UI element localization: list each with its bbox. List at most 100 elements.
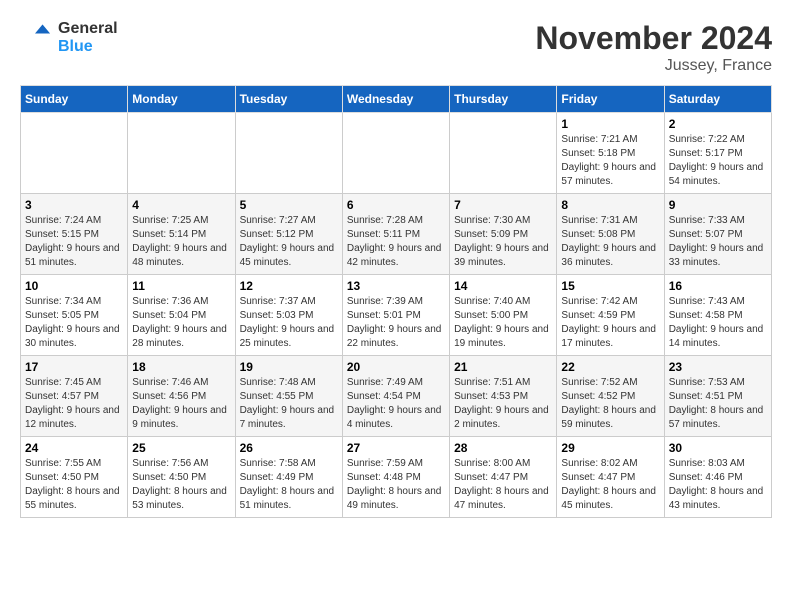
day-info: Sunrise: 7:34 AM Sunset: 5:05 PM Dayligh… [25,295,123,351]
day-number: 7 [454,198,552,212]
header-tuesday: Tuesday [235,86,342,113]
day-info: Sunrise: 7:27 AM Sunset: 5:12 PM Dayligh… [240,214,338,270]
day-number: 28 [454,441,552,455]
table-row: 20 Sunrise: 7:49 AM Sunset: 4:54 PM Dayli… [342,356,449,437]
day-info: Sunrise: 7:33 AM Sunset: 5:07 PM Dayligh… [669,214,767,270]
day-info: Sunrise: 7:30 AM Sunset: 5:09 PM Dayligh… [454,214,552,270]
calendar-row: 3 Sunrise: 7:24 AM Sunset: 5:15 PM Daylig… [21,194,772,275]
table-row: 12Sunrise: 7:37 AM Sunset: 5:03 PM Dayli… [235,275,342,356]
table-row [342,113,449,194]
day-number: 14 [454,279,552,293]
header-wednesday: Wednesday [342,86,449,113]
month-title: November 2024 [535,20,772,57]
day-info: Sunrise: 8:00 AM Sunset: 4:47 PM Dayligh… [454,457,552,513]
location-subtitle: Jussey, France [535,57,772,75]
day-info: Sunrise: 8:02 AM Sunset: 4:47 PM Dayligh… [561,457,659,513]
table-row: 6Sunrise: 7:28 AM Sunset: 5:11 PM Daylig… [342,194,449,275]
table-row: 25 Sunrise: 7:56 AM Sunset: 4:50 PM Dayli… [128,437,235,518]
day-number: 4 [132,198,230,212]
day-info: Sunrise: 7:24 AM Sunset: 5:15 PM Dayligh… [25,214,123,270]
day-number: 13 [347,279,445,293]
logo-general: General [58,20,118,38]
day-info: Sunrise: 7:42 AM Sunset: 4:59 PM Dayligh… [561,295,659,351]
day-number: 8 [561,198,659,212]
table-row: 22 Sunrise: 7:52 AM Sunset: 4:52 PM Dayli… [557,356,664,437]
calendar-row: 17Sunrise: 7:45 AM Sunset: 4:57 PM Dayli… [21,356,772,437]
table-row: 24 Sunrise: 7:55 AM Sunset: 4:50 PM Dayli… [21,437,128,518]
day-number: 27 [347,441,445,455]
table-row [450,113,557,194]
logo: General Blue [20,20,118,55]
day-number: 24 [25,441,123,455]
day-number: 16 [669,279,767,293]
table-row: 19 Sunrise: 7:48 AM Sunset: 4:55 PM Dayli… [235,356,342,437]
calendar-table: Sunday Monday Tuesday Wednesday Thursday… [20,85,772,518]
table-row: 26Sunrise: 7:58 AM Sunset: 4:49 PM Dayli… [235,437,342,518]
day-number: 22 [561,360,659,374]
day-info: Sunrise: 7:22 AM Sunset: 5:17 PM Dayligh… [669,133,767,189]
table-row: 21 Sunrise: 7:51 AM Sunset: 4:53 PM Dayli… [450,356,557,437]
header-thursday: Thursday [450,86,557,113]
table-row: 8Sunrise: 7:31 AM Sunset: 5:08 PM Daylig… [557,194,664,275]
day-number: 29 [561,441,659,455]
table-row: 10 Sunrise: 7:34 AM Sunset: 5:05 PM Dayli… [21,275,128,356]
table-row [21,113,128,194]
table-row [128,113,235,194]
calendar-header-row: Sunday Monday Tuesday Wednesday Thursday… [21,86,772,113]
day-info: Sunrise: 8:03 AM Sunset: 4:46 PM Dayligh… [669,457,767,513]
day-info: Sunrise: 7:52 AM Sunset: 4:52 PM Dayligh… [561,376,659,432]
table-row [235,113,342,194]
day-info: Sunrise: 7:25 AM Sunset: 5:14 PM Dayligh… [132,214,230,270]
day-info: Sunrise: 7:48 AM Sunset: 4:55 PM Dayligh… [240,376,338,432]
day-number: 5 [240,198,338,212]
header-monday: Monday [128,86,235,113]
day-number: 18 [132,360,230,374]
day-info: Sunrise: 7:59 AM Sunset: 4:48 PM Dayligh… [347,457,445,513]
table-row: 23Sunrise: 7:53 AM Sunset: 4:51 PM Dayli… [664,356,771,437]
header-sunday: Sunday [21,86,128,113]
day-number: 25 [132,441,230,455]
day-info: Sunrise: 7:51 AM Sunset: 4:53 PM Dayligh… [454,376,552,432]
day-number: 30 [669,441,767,455]
day-info: Sunrise: 7:56 AM Sunset: 4:50 PM Dayligh… [132,457,230,513]
day-info: Sunrise: 7:43 AM Sunset: 4:58 PM Dayligh… [669,295,767,351]
day-info: Sunrise: 7:45 AM Sunset: 4:57 PM Dayligh… [25,376,123,432]
day-number: 1 [561,117,659,131]
header-saturday: Saturday [664,86,771,113]
table-row: 18Sunrise: 7:46 AM Sunset: 4:56 PM Dayli… [128,356,235,437]
table-row: 11Sunrise: 7:36 AM Sunset: 5:04 PM Dayli… [128,275,235,356]
day-number: 20 [347,360,445,374]
day-info: Sunrise: 7:49 AM Sunset: 4:54 PM Dayligh… [347,376,445,432]
day-number: 15 [561,279,659,293]
day-info: Sunrise: 7:36 AM Sunset: 5:04 PM Dayligh… [132,295,230,351]
table-row: 27 Sunrise: 7:59 AM Sunset: 4:48 PM Dayli… [342,437,449,518]
day-info: Sunrise: 7:40 AM Sunset: 5:00 PM Dayligh… [454,295,552,351]
day-number: 10 [25,279,123,293]
day-number: 19 [240,360,338,374]
table-row: 2Sunrise: 7:22 AM Sunset: 5:17 PM Daylig… [664,113,771,194]
day-info: Sunrise: 7:55 AM Sunset: 4:50 PM Dayligh… [25,457,123,513]
day-number: 9 [669,198,767,212]
day-number: 3 [25,198,123,212]
day-info: Sunrise: 7:58 AM Sunset: 4:49 PM Dayligh… [240,457,338,513]
day-info: Sunrise: 7:53 AM Sunset: 4:51 PM Dayligh… [669,376,767,432]
header-friday: Friday [557,86,664,113]
table-row: 30 Sunrise: 8:03 AM Sunset: 4:46 PM Dayli… [664,437,771,518]
logo-icon [20,23,50,53]
table-row: 5 Sunrise: 7:27 AM Sunset: 5:12 PM Daylig… [235,194,342,275]
title-section: November 2024 Jussey, France [535,20,772,75]
table-row: 16 Sunrise: 7:43 AM Sunset: 4:58 PM Dayli… [664,275,771,356]
calendar-row: 1 Sunrise: 7:21 AM Sunset: 5:18 PM Daylig… [21,113,772,194]
table-row: 29 Sunrise: 8:02 AM Sunset: 4:47 PM Dayli… [557,437,664,518]
page-header: General Blue November 2024 Jussey, Franc… [20,20,772,75]
day-info: Sunrise: 7:37 AM Sunset: 5:03 PM Dayligh… [240,295,338,351]
table-row: 1 Sunrise: 7:21 AM Sunset: 5:18 PM Daylig… [557,113,664,194]
table-row: 4 Sunrise: 7:25 AM Sunset: 5:14 PM Daylig… [128,194,235,275]
day-info: Sunrise: 7:21 AM Sunset: 5:18 PM Dayligh… [561,133,659,189]
table-row: 15 Sunrise: 7:42 AM Sunset: 4:59 PM Dayli… [557,275,664,356]
day-number: 21 [454,360,552,374]
table-row: 3 Sunrise: 7:24 AM Sunset: 5:15 PM Daylig… [21,194,128,275]
day-number: 6 [347,198,445,212]
table-row: 17Sunrise: 7:45 AM Sunset: 4:57 PM Dayli… [21,356,128,437]
table-row: 13Sunrise: 7:39 AM Sunset: 5:01 PM Dayli… [342,275,449,356]
